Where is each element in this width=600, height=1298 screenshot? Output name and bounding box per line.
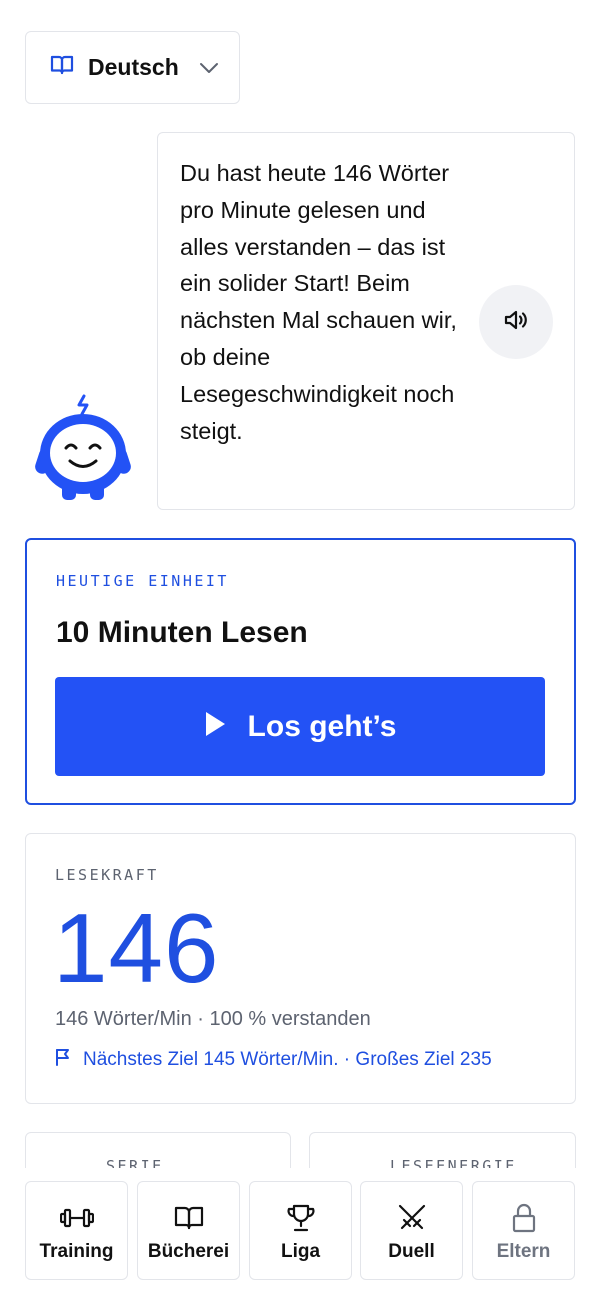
- reading-goal-text: Nächstes Ziel 145 Wörter/Min. · Großes Z…: [83, 1049, 492, 1070]
- trophy-icon: [286, 1203, 316, 1233]
- bottom-navigation: Training Bücherei Liga Duell Eltern: [0, 1168, 600, 1298]
- lock-icon: [511, 1203, 537, 1233]
- todays-unit-title: 10 Minuten Lesen: [56, 616, 308, 649]
- robot-mascot-icon: [28, 392, 138, 504]
- nav-label-league: Liga: [280, 1241, 321, 1262]
- nav-label-duel: Duell: [388, 1241, 435, 1262]
- todays-unit-card: HEUTIGE EINHEIT 10 Minuten Lesen Los geh…: [25, 538, 576, 805]
- language-selector[interactable]: Deutsch: [25, 31, 240, 104]
- language-label: Deutsch: [88, 54, 179, 80]
- nav-item-training[interactable]: Training: [25, 1181, 128, 1280]
- flag-icon: [55, 1048, 71, 1072]
- coach-message: Du hast heute 146 Wörter pro Minute gele…: [180, 160, 457, 444]
- reading-power-card: LESEKRAFT 146 146 Wörter/Min · 100 % ver…: [25, 833, 576, 1104]
- nav-label-library: Bücherei: [147, 1241, 230, 1262]
- nav-label-parents: Eltern: [496, 1241, 551, 1262]
- coach-speech-bubble: Du hast heute 146 Wörter pro Minute gele…: [157, 132, 575, 510]
- crossed-swords-icon: [397, 1203, 427, 1233]
- reading-goal: Nächstes Ziel 145 Wörter/Min. · Großes Z…: [55, 1048, 492, 1072]
- nav-item-duel[interactable]: Duell: [360, 1181, 463, 1280]
- nav-item-league[interactable]: Liga: [249, 1181, 352, 1280]
- nav-item-library[interactable]: Bücherei: [137, 1181, 240, 1280]
- chevron-down-icon: [199, 62, 219, 74]
- book-icon: [174, 1203, 204, 1233]
- reading-power-kicker: LESEKRAFT: [55, 866, 159, 884]
- play-icon: [204, 711, 226, 742]
- dumbbell-icon: [59, 1203, 94, 1233]
- reading-power-value: 146: [53, 893, 220, 1003]
- nav-item-parents[interactable]: Eltern: [472, 1181, 575, 1280]
- start-button-label: Los geht’s: [247, 709, 397, 743]
- speaker-icon: [503, 308, 529, 337]
- read-aloud-button[interactable]: [479, 285, 553, 359]
- reading-power-summary: 146 Wörter/Min · 100 % verstanden: [55, 1008, 371, 1030]
- nav-label-training: Training: [39, 1241, 114, 1262]
- book-icon: [50, 54, 74, 81]
- start-button[interactable]: Los geht’s: [55, 677, 545, 776]
- todays-unit-kicker: HEUTIGE EINHEIT: [56, 572, 229, 590]
